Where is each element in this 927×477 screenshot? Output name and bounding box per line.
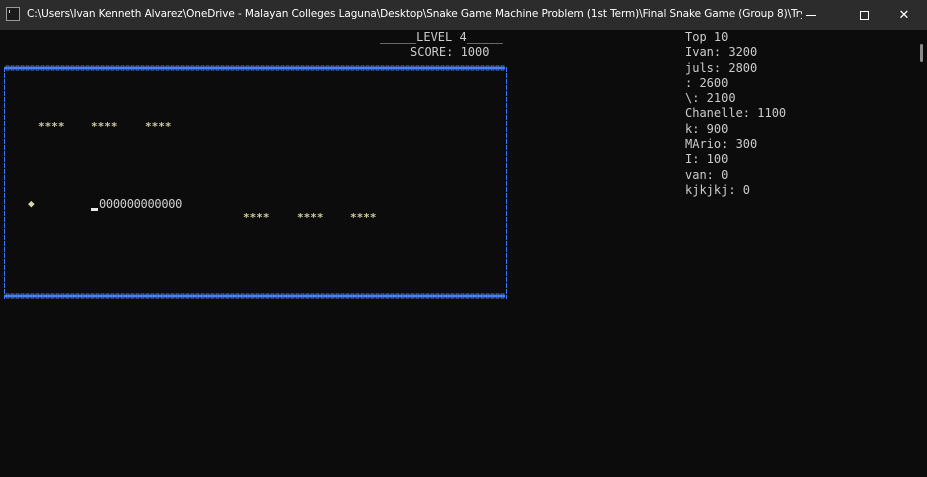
level-heading: _____LEVEL 4_____ xyxy=(380,30,503,44)
obstacle: **** xyxy=(38,120,65,133)
vertical-scrollbar[interactable] xyxy=(915,30,927,477)
leaderboard: Top 10 Ivan: 3200 juls: 2800 : 2600 \: 2… xyxy=(685,30,905,198)
obstacle: **** xyxy=(145,120,172,133)
leaderboard-entry: Chanelle: 1100 xyxy=(685,106,787,121)
leaderboard-entry: juls: 2800 xyxy=(685,60,758,75)
leaderboard-entry: : 2600 xyxy=(685,75,729,90)
board-left-border xyxy=(3,67,6,299)
score-display: SCORE: 1000 xyxy=(410,45,490,59)
leaderboard-entry: MArio: 300 xyxy=(685,137,758,152)
leaderboard-title: Top 10 xyxy=(685,30,729,44)
obstacle: **** xyxy=(350,211,377,224)
board-bottom-border xyxy=(5,293,505,299)
leaderboard-entry: Ivan: 3200 xyxy=(685,45,758,60)
maximize-icon xyxy=(859,10,869,20)
console-window: C:\Users\Ivan Kenneth Alvarez\OneDrive -… xyxy=(0,0,927,477)
leaderboard-entry: I: 100 xyxy=(685,152,729,167)
leaderboard-entry: k: 900 xyxy=(685,121,729,136)
obstacle: **** xyxy=(243,211,270,224)
console-output: _____LEVEL 4_____ SCORE: 1000 **** **** … xyxy=(0,30,915,477)
snake-head xyxy=(91,208,98,211)
minimize-icon xyxy=(806,14,816,16)
scrollbar-thumb[interactable] xyxy=(920,44,923,62)
obstacle: **** xyxy=(297,211,324,224)
close-button[interactable]: ✕ xyxy=(881,0,927,30)
leaderboard-entry: \: 2100 xyxy=(685,91,736,106)
snake-body: 000000000000 xyxy=(99,197,183,211)
console-icon xyxy=(6,7,20,21)
board-top-border xyxy=(5,65,505,71)
close-icon: ✕ xyxy=(898,7,910,23)
title-bar[interactable]: C:\Users\Ivan Kenneth Alvarez\OneDrive -… xyxy=(0,0,927,30)
window-title: C:\Users\Ivan Kenneth Alvarez\OneDrive -… xyxy=(27,8,802,20)
food-icon: ◆ xyxy=(28,197,35,210)
board-right-border xyxy=(505,67,508,299)
leaderboard-entry: van: 0 xyxy=(685,167,729,182)
obstacle: **** xyxy=(91,120,118,133)
leaderboard-entry: kjkjkj: 0 xyxy=(685,182,751,197)
minimize-button[interactable] xyxy=(788,0,834,30)
